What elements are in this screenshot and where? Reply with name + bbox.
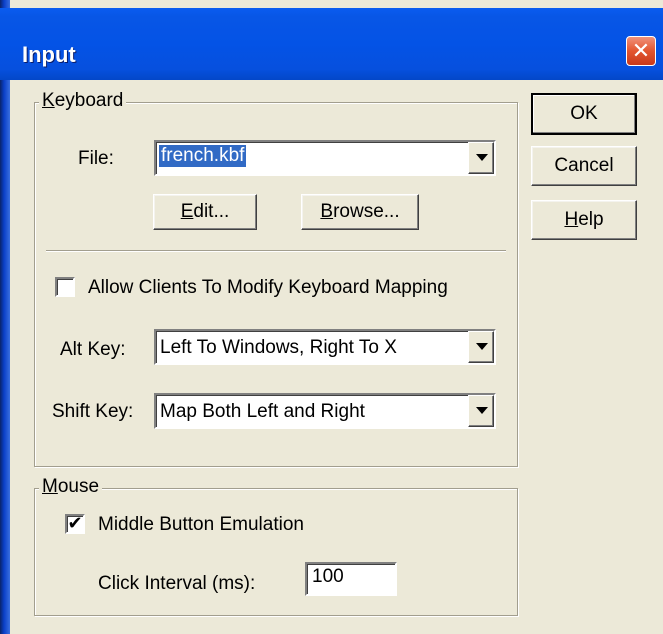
file-label: File:	[78, 148, 114, 169]
mouse-group-label: Mouse	[39, 476, 103, 498]
help-button[interactable]: Help	[531, 200, 637, 240]
window-title: Input	[22, 42, 76, 67]
mouse-group	[34, 488, 518, 616]
allow-modify-checkbox[interactable]	[55, 277, 75, 297]
shift-key-label: Shift Key:	[52, 401, 134, 422]
allow-modify-label: Allow Clients To Modify Keyboard Mapping	[88, 277, 448, 298]
middle-button-checkbox[interactable]: ✔	[65, 514, 85, 534]
ok-button[interactable]: OK	[531, 93, 637, 135]
input-dialog: Input ✕ Keyboard File: french.kbf Edit..…	[0, 0, 663, 634]
browse-button[interactable]: Browse...	[301, 194, 419, 230]
window-left-border	[0, 0, 10, 634]
keyboard-separator	[46, 250, 506, 252]
chevron-down-icon[interactable]	[468, 395, 494, 427]
shift-key-select[interactable]: Map Both Left and Right	[154, 393, 496, 429]
title-bar[interactable]: Input ✕	[0, 8, 663, 80]
click-interval-label: Click Interval (ms):	[98, 573, 256, 594]
close-icon: ✕	[631, 38, 651, 63]
file-select[interactable]: french.kbf	[154, 140, 496, 176]
edit-button[interactable]: Edit...	[153, 194, 257, 230]
checkmark-icon: ✔	[67, 513, 83, 533]
middle-button-label: Middle Button Emulation	[98, 514, 304, 535]
alt-key-select[interactable]: Left To Windows, Right To X	[154, 329, 496, 365]
keyboard-group-label: Keyboard	[39, 90, 127, 112]
chevron-down-icon[interactable]	[468, 142, 494, 174]
alt-key-select-value: Left To Windows, Right To X	[160, 337, 397, 358]
alt-key-label: Alt Key:	[60, 339, 126, 360]
click-interval-input[interactable]: 100	[305, 562, 397, 596]
file-select-value: french.kbf	[159, 145, 247, 167]
shift-key-select-value: Map Both Left and Right	[160, 401, 365, 422]
chevron-down-icon[interactable]	[468, 331, 494, 363]
dialog-body: Keyboard File: french.kbf Edit... Browse…	[10, 80, 663, 634]
close-button[interactable]: ✕	[626, 36, 656, 66]
click-interval-value: 100	[312, 566, 344, 587]
cancel-button[interactable]: Cancel	[531, 146, 637, 186]
